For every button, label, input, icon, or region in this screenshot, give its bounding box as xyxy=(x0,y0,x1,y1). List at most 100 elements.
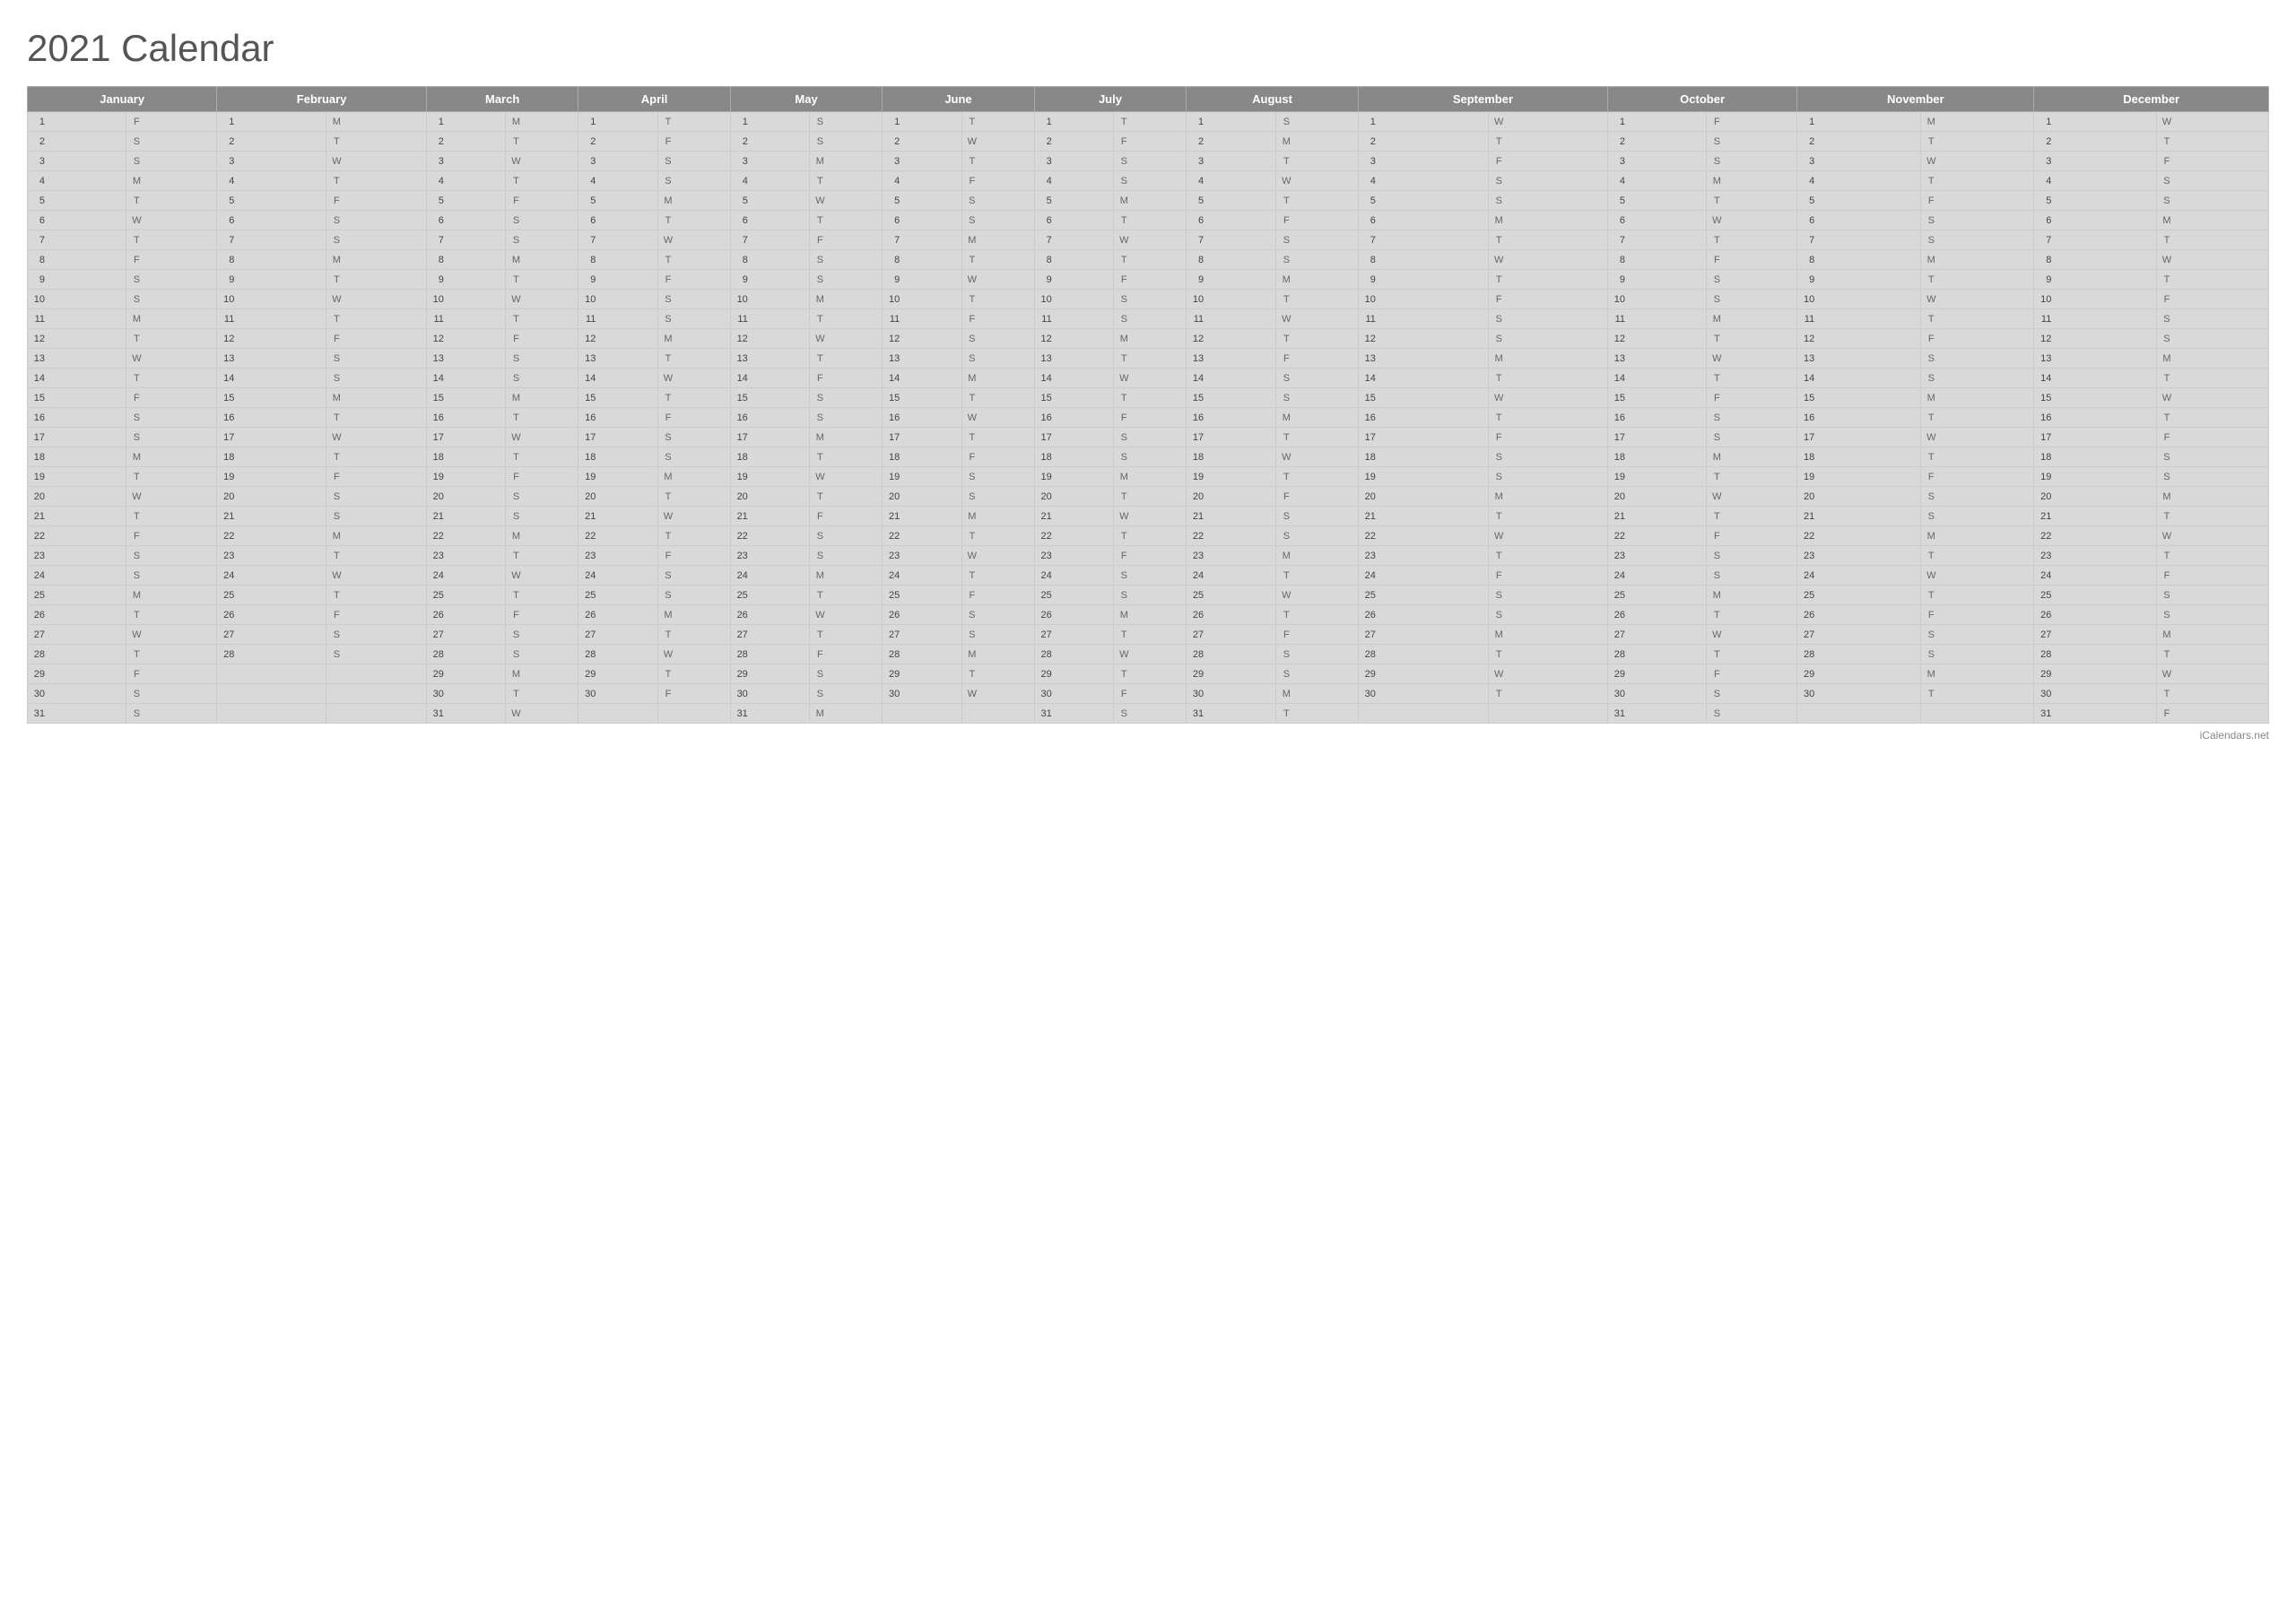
day-num-october-5: 5 xyxy=(1607,191,1706,211)
day-letter-april-27: T xyxy=(657,625,730,645)
day-num-april-31 xyxy=(578,704,658,724)
day-num-october-7: 7 xyxy=(1607,230,1706,250)
day-letter-march-12: F xyxy=(506,329,578,349)
day-letter-may-5: W xyxy=(810,191,883,211)
day-letter-july-8: T xyxy=(1114,250,1187,270)
day-letter-october-7: T xyxy=(1707,230,1797,250)
month-header-december: December xyxy=(2034,87,2269,112)
day-num-august-23: 23 xyxy=(1187,546,1276,566)
day-letter-april-11: S xyxy=(657,309,730,329)
day-num-august-15: 15 xyxy=(1187,388,1276,408)
day-num-september-5: 5 xyxy=(1358,191,1488,211)
day-num-november-9: 9 xyxy=(1797,270,1921,290)
day-num-february-24: 24 xyxy=(217,566,326,586)
day-num-april-19: 19 xyxy=(578,467,658,487)
day-letter-may-11: T xyxy=(810,309,883,329)
day-num-february-2: 2 xyxy=(217,132,326,152)
day-num-july-7: 7 xyxy=(1034,230,1114,250)
day-num-august-26: 26 xyxy=(1187,605,1276,625)
day-letter-may-19: W xyxy=(810,467,883,487)
day-num-january-22: 22 xyxy=(28,526,126,546)
day-num-april-3: 3 xyxy=(578,152,658,171)
day-num-december-10: 10 xyxy=(2034,290,2157,309)
day-letter-august-1: S xyxy=(1276,112,1359,132)
day-letter-july-19: M xyxy=(1114,467,1187,487)
day-num-september-1: 1 xyxy=(1358,112,1488,132)
day-letter-september-23: T xyxy=(1489,546,1608,566)
day-num-june-8: 8 xyxy=(883,250,962,270)
day-num-february-23: 23 xyxy=(217,546,326,566)
day-num-march-10: 10 xyxy=(426,290,506,309)
day-letter-february-1: M xyxy=(326,112,427,132)
day-num-march-12: 12 xyxy=(426,329,506,349)
day-letter-may-6: T xyxy=(810,211,883,230)
day-num-april-27: 27 xyxy=(578,625,658,645)
day-num-may-5: 5 xyxy=(730,191,810,211)
day-letter-july-23: F xyxy=(1114,546,1187,566)
day-num-november-24: 24 xyxy=(1797,566,1921,586)
day-letter-july-20: T xyxy=(1114,487,1187,507)
day-num-january-27: 27 xyxy=(28,625,126,645)
day-letter-january-5: T xyxy=(126,191,217,211)
page-title: 2021 Calendar xyxy=(27,27,2269,70)
day-letter-april-20: T xyxy=(657,487,730,507)
day-letter-april-5: M xyxy=(657,191,730,211)
day-letter-october-24: S xyxy=(1707,566,1797,586)
month-header-january: January xyxy=(28,87,217,112)
day-letter-january-30: S xyxy=(126,684,217,704)
day-letter-october-20: W xyxy=(1707,487,1797,507)
day-letter-december-6: M xyxy=(2156,211,2268,230)
day-num-december-9: 9 xyxy=(2034,270,2157,290)
day-num-june-17: 17 xyxy=(883,428,962,447)
day-letter-april-10: S xyxy=(657,290,730,309)
day-num-march-20: 20 xyxy=(426,487,506,507)
day-letter-october-5: T xyxy=(1707,191,1797,211)
day-num-march-19: 19 xyxy=(426,467,506,487)
day-letter-june-20: S xyxy=(961,487,1034,507)
day-letter-april-12: M xyxy=(657,329,730,349)
day-num-may-29: 29 xyxy=(730,664,810,684)
day-num-october-19: 19 xyxy=(1607,467,1706,487)
day-letter-january-23: S xyxy=(126,546,217,566)
day-num-october-2: 2 xyxy=(1607,132,1706,152)
day-num-november-29: 29 xyxy=(1797,664,1921,684)
day-letter-january-18: M xyxy=(126,447,217,467)
day-letter-april-21: W xyxy=(657,507,730,526)
day-num-september-10: 10 xyxy=(1358,290,1488,309)
day-letter-february-2: T xyxy=(326,132,427,152)
day-num-april-6: 6 xyxy=(578,211,658,230)
day-letter-april-9: F xyxy=(657,270,730,290)
day-letter-august-5: T xyxy=(1276,191,1359,211)
day-letter-december-16: T xyxy=(2156,408,2268,428)
day-num-november-5: 5 xyxy=(1797,191,1921,211)
day-num-june-21: 21 xyxy=(883,507,962,526)
day-letter-september-15: W xyxy=(1489,388,1608,408)
day-num-july-9: 9 xyxy=(1034,270,1114,290)
day-letter-december-10: F xyxy=(2156,290,2268,309)
day-letter-march-1: M xyxy=(506,112,578,132)
day-num-may-9: 9 xyxy=(730,270,810,290)
day-letter-november-22: M xyxy=(1921,526,2034,546)
day-letter-january-22: F xyxy=(126,526,217,546)
calendar-row-12: 12T12F12F12M12W12S12M12T12S12T12F12S xyxy=(28,329,2269,349)
day-letter-may-20: T xyxy=(810,487,883,507)
day-num-march-18: 18 xyxy=(426,447,506,467)
day-letter-april-24: S xyxy=(657,566,730,586)
calendar-row-19: 19T19F19F19M19W19S19M19T19S19T19F19S xyxy=(28,467,2269,487)
day-letter-november-2: T xyxy=(1921,132,2034,152)
day-letter-october-19: T xyxy=(1707,467,1797,487)
day-letter-march-10: W xyxy=(506,290,578,309)
day-num-january-19: 19 xyxy=(28,467,126,487)
day-num-august-11: 11 xyxy=(1187,309,1276,329)
day-letter-september-30: T xyxy=(1489,684,1608,704)
calendar-row-25: 25M25T25T25S25T25F25S25W25S25M25T25S xyxy=(28,586,2269,605)
day-num-october-16: 16 xyxy=(1607,408,1706,428)
day-num-november-8: 8 xyxy=(1797,250,1921,270)
day-num-june-16: 16 xyxy=(883,408,962,428)
day-num-august-16: 16 xyxy=(1187,408,1276,428)
day-num-december-28: 28 xyxy=(2034,645,2157,664)
day-num-november-26: 26 xyxy=(1797,605,1921,625)
day-num-january-29: 29 xyxy=(28,664,126,684)
day-letter-june-29: T xyxy=(961,664,1034,684)
day-num-november-2: 2 xyxy=(1797,132,1921,152)
